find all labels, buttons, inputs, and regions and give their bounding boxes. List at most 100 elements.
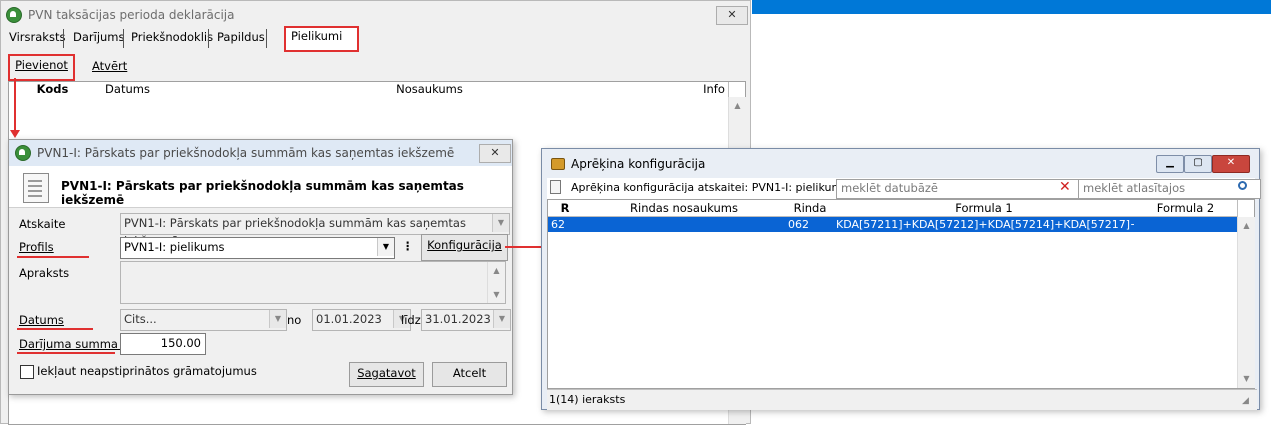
date-period-select[interactable]: Cits... ▼ [120,309,287,331]
cell-rinda: 062 [788,218,809,231]
column-header-rindas-nosaukums[interactable]: Rindas nosaukums [582,200,787,217]
config-dialog: Aprēķina konfigurācija ▁ ▢ ✕ Aprēķina ko… [541,148,1261,410]
pvn-dialog: PVN1-I: Pārskats par priekšnodokļa summā… [8,139,513,395]
profile-select[interactable]: PVN1-I: pielikums ▼ [120,237,395,259]
cell-r: 62 [551,218,565,231]
scroll-up-icon[interactable]: ▲ [731,99,744,112]
clear-x-icon[interactable]: ✕ [1059,179,1071,196]
date-from-picker[interactable]: 01.01.2023 ▼ [312,309,411,331]
amount-label: Darījuma summa no [19,337,136,351]
date-to-value: 31.01.2023 [425,312,491,326]
column-header-formula1[interactable]: Formula 1 [834,200,1135,217]
add-button[interactable]: Pievienot [8,54,75,81]
app-logo-icon [6,6,22,23]
config-dialog-titlebar: Aprēķina konfigurācija [542,149,1259,177]
column-header-nosaukums[interactable]: Nosaukums [159,82,701,97]
config-close-button[interactable]: ✕ [1212,155,1250,173]
add-button-label: Pievienot [15,58,68,72]
search-selected-input[interactable]: meklēt atlasītajos [1078,179,1261,199]
cell-formula1: KDA[57211]+KDA[57212]+KDA[57214]+KDA[572… [836,218,1134,231]
open-button[interactable]: Atvērt [92,59,127,73]
include-unconfirmed-checkbox[interactable] [20,365,34,379]
document-icon [550,180,561,194]
include-unconfirmed-label: Iekļaut neapstiprinātos grāmatojumus [37,364,257,378]
description-textarea[interactable]: ▲ ▼ [120,261,506,304]
date-from-value: 01.01.2023 [316,312,382,326]
config-stack-icon [551,158,565,170]
config-subtitle: Aprēķina konfigurācija atskaitei: PVN1-I… [571,181,848,194]
open-button-label: Atvērt [92,59,128,73]
pvn-dialog-header: PVN1-I: Pārskats par priekšnodokļa summā… [9,166,512,208]
prepare-button[interactable]: Sagatavot [349,362,424,387]
profile-label: Profils [19,240,54,254]
table-row[interactable]: 62 062 KDA[57211]+KDA[57212]+KDA[57214]+… [548,217,1237,232]
more-options-icon[interactable]: ⋮ [402,239,414,253]
date-period-value: Cits... [124,312,157,326]
tab-pielikumi[interactable]: Pielikumi [284,26,359,52]
scroll-down-icon[interactable]: ▼ [1240,372,1253,385]
tab-bar: Virsraksts Darījums Priekšnodoklis Papil… [1,26,751,52]
scroll-up-icon[interactable]: ▲ [490,264,503,277]
tab-darijums[interactable]: Darījums [68,27,130,48]
config-grid: R Rindas nosaukums Rinda Formula 1 Formu… [547,199,1255,389]
resize-grip-icon[interactable]: ◢ [1242,396,1249,406]
annotation-underline [17,352,115,354]
cancel-button[interactable]: Atcelt [432,362,507,387]
configuration-button[interactable]: Konfigurācija [421,234,508,261]
description-label: Apraksts [19,266,70,280]
date-to-picker[interactable]: 31.01.2023 ▼ [421,309,511,331]
date-label: Datums [19,313,64,327]
date-from-label: no [287,313,302,327]
app-logo-icon [15,145,31,161]
prepare-button-label: Sagatavot [357,366,416,380]
magnifier-icon[interactable] [1238,181,1247,190]
column-header-kods[interactable]: Kods [9,82,97,97]
tab-prieksnodoklis[interactable]: Priekšnodoklis [126,27,218,48]
record-count: 1(14) ieraksts [549,393,626,406]
column-header-info[interactable]: Info [700,82,729,97]
background-window-titlebar [752,0,1271,14]
chevron-down-icon[interactable]: ▼ [493,310,510,328]
chevron-down-icon[interactable]: ▼ [269,310,286,328]
tab-virsraksts[interactable]: Virsraksts [4,27,70,48]
date-to-label: līdz [401,313,421,327]
scroll-up-icon[interactable]: ▲ [1240,219,1253,232]
amount-input[interactable]: 150.00 [120,333,206,355]
document-icon [23,173,49,203]
chevron-down-icon[interactable]: ▼ [377,238,394,256]
tab-separator [123,29,124,48]
maximize-button[interactable]: ▢ [1184,155,1212,173]
column-header-formula2[interactable]: Formula 2 [1134,200,1238,217]
grid-scrollbar[interactable]: ▲ ▼ [1237,217,1255,388]
minimize-button[interactable]: ▁ [1156,155,1184,173]
scroll-down-icon[interactable]: ▼ [490,288,503,301]
annotation-arrow-line [14,78,16,134]
annotation-arrowhead [10,130,20,138]
column-header-rinda[interactable]: Rinda [786,200,835,217]
main-window-title: PVN taksācijas perioda deklarācija [28,7,235,22]
status-bar: 1(14) ieraksts [547,389,1257,410]
main-titlebar: PVN taksācijas perioda deklarācija [1,1,750,28]
report-label: Atskaite [19,217,66,231]
search-database-input[interactable]: meklēt datubāzē [836,179,1081,199]
annotation-underline [17,256,89,258]
description-scrollbar[interactable]: ▲ ▼ [487,262,505,303]
annotation-underline [17,328,93,330]
tab-separator [266,29,267,48]
pvn-dialog-close-button[interactable]: ✕ [479,144,511,163]
pvn-dialog-header-title: PVN1-I: Pārskats par priekšnodokļa summā… [61,179,464,207]
column-header-datums[interactable]: Datums [96,82,160,97]
main-close-button[interactable]: ✕ [716,6,748,25]
config-toolbar: Aprēķina konfigurācija atskaitei: PVN1-I… [547,178,1261,199]
report-combo: PVN1-I: Pārskats par priekšnodokļa summā… [120,213,510,248]
tab-separator [208,29,209,48]
chevron-down-icon: ▼ [492,214,509,232]
pvn-dialog-title: PVN1-I: Pārskats par priekšnodokļa summā… [37,146,455,160]
column-header-r[interactable]: R [548,200,583,217]
pvn-dialog-titlebar: PVN1-I: Pārskats par priekšnodokļa summā… [9,140,512,166]
configuration-button-label: Konfigurācija [427,238,502,252]
config-dialog-title: Aprēķina konfigurācija [571,157,706,171]
tab-separator [63,29,64,48]
profile-select-value: PVN1-I: pielikums [124,240,225,254]
tab-papildus[interactable]: Papildus [212,27,270,48]
